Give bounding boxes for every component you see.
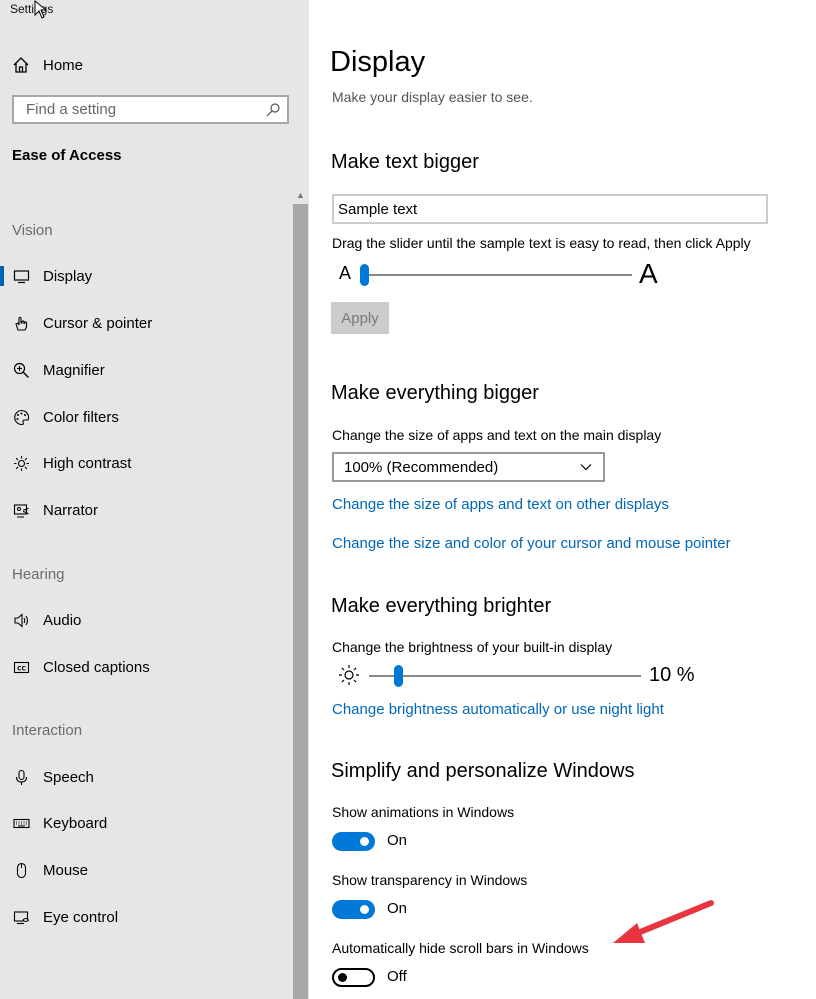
scale-dropdown[interactable]: 100% (Recommended) xyxy=(332,452,605,482)
mouse-cursor-icon xyxy=(34,0,48,19)
annotation-arrow-icon xyxy=(613,900,714,943)
toggle-label-animations: Show animations in Windows xyxy=(332,804,515,820)
chevron-down-icon xyxy=(580,464,592,471)
toggle-state-animations: On xyxy=(387,832,408,849)
large-a-label: A xyxy=(639,258,658,289)
main-content: Display Make your display easier to see.… xyxy=(309,0,816,999)
group-title-vision: Vision xyxy=(12,222,53,239)
sidebar-item-label: Speech xyxy=(43,768,94,786)
svg-text:CC: CC xyxy=(17,665,26,672)
animations-toggle[interactable] xyxy=(332,832,375,851)
page-subtitle: Make your display easier to see. xyxy=(332,89,533,105)
monitor-icon xyxy=(11,266,31,286)
toggle-knob xyxy=(338,973,347,982)
group-title-hearing: Hearing xyxy=(12,566,65,583)
toggle-label-transparency: Show transparency in Windows xyxy=(332,872,528,888)
mouse-icon xyxy=(11,860,31,880)
toggle-label-scroll-bars: Automatically hide scroll bars in Window… xyxy=(332,940,589,956)
scroll-bars-toggle[interactable] xyxy=(332,968,375,987)
search-input[interactable] xyxy=(24,100,265,119)
sidebar-item-label: High contrast xyxy=(43,454,132,472)
sidebar: Settings Home Ease of Access Vision Disp… xyxy=(0,0,309,999)
microphone-icon xyxy=(11,767,31,787)
group-title-interaction: Interaction xyxy=(12,722,83,739)
page-title: Display xyxy=(330,46,426,78)
sidebar-item-magnifier[interactable]: Magnifier xyxy=(0,355,292,385)
toggle-knob xyxy=(360,905,369,914)
text-size-slider-track[interactable] xyxy=(364,274,632,276)
transparency-toggle[interactable] xyxy=(332,900,375,919)
link-night-light[interactable]: Change brightness automatically or use n… xyxy=(332,701,664,718)
sidebar-item-color-filters[interactable]: Color filters xyxy=(0,402,292,432)
palette-icon xyxy=(11,407,31,427)
sidebar-item-closed-captions[interactable]: CC Closed captions xyxy=(0,652,292,682)
magnifier-icon xyxy=(11,360,31,380)
brightness-slider-track[interactable] xyxy=(369,675,641,677)
section-title-text-bigger: Make text bigger xyxy=(331,151,479,173)
brightness-slider-thumb[interactable] xyxy=(394,665,404,687)
sidebar-item-cursor-pointer[interactable]: Cursor & pointer xyxy=(0,308,292,338)
sidebar-item-audio[interactable]: Audio xyxy=(0,605,292,635)
closed-captions-icon: CC xyxy=(11,657,31,677)
scroll-thumb[interactable] xyxy=(293,204,308,999)
sidebar-item-label: Color filters xyxy=(43,408,119,426)
sidebar-item-mouse[interactable]: Mouse xyxy=(0,855,292,885)
sidebar-scrollbar[interactable]: ▲ xyxy=(292,188,309,999)
sample-text-field[interactable]: Sample text xyxy=(332,194,768,224)
speaker-icon xyxy=(11,610,31,630)
eye-control-icon xyxy=(11,907,31,927)
sidebar-item-label: Cursor & pointer xyxy=(43,314,153,332)
home-link[interactable]: Home xyxy=(12,54,83,76)
brightness-label: Change the brightness of your built-in d… xyxy=(332,639,613,655)
toggle-knob xyxy=(360,837,369,846)
keyboard-icon xyxy=(11,813,31,833)
sidebar-item-narrator[interactable]: Narrator xyxy=(0,495,292,525)
section-title-simplify: Simplify and personalize Windows xyxy=(331,760,635,782)
scroll-up-arrow-icon[interactable]: ▲ xyxy=(292,188,309,203)
narrator-icon xyxy=(11,500,31,520)
sidebar-item-label: Magnifier xyxy=(43,361,105,379)
sidebar-item-label: Audio xyxy=(43,611,82,629)
sidebar-item-speech[interactable]: Speech xyxy=(0,762,292,792)
brightness-icon xyxy=(11,453,31,473)
sidebar-item-label: Closed captions xyxy=(43,658,150,676)
section-title-everything-bigger: Make everything bigger xyxy=(331,382,539,404)
search-box[interactable] xyxy=(12,95,289,124)
toggle-state-scroll-bars: Off xyxy=(387,968,407,985)
text-slider-instruction: Drag the slider until the sample text is… xyxy=(332,235,751,251)
toggle-state-transparency: On xyxy=(387,900,408,917)
sidebar-item-label: Keyboard xyxy=(43,814,108,832)
scale-label: Change the size of apps and text on the … xyxy=(332,427,662,443)
home-label: Home xyxy=(43,56,84,74)
hand-pointer-icon xyxy=(11,313,31,333)
category-title: Ease of Access xyxy=(12,147,122,164)
sidebar-item-label: Mouse xyxy=(43,861,89,879)
sidebar-item-label: Display xyxy=(43,267,93,285)
brightness-value: 10 % xyxy=(649,664,695,686)
sun-icon xyxy=(339,665,359,685)
link-other-displays[interactable]: Change the size of apps and text on othe… xyxy=(332,496,669,513)
sidebar-item-eye-control[interactable]: Eye control xyxy=(0,902,292,932)
section-title-everything-brighter: Make everything brighter xyxy=(331,595,552,617)
scale-dropdown-value: 100% (Recommended) xyxy=(344,458,499,476)
sidebar-item-label: Narrator xyxy=(43,501,99,519)
home-icon xyxy=(13,57,29,73)
search-icon[interactable] xyxy=(265,102,281,118)
sidebar-item-display[interactable]: Display xyxy=(0,261,292,291)
text-size-slider-thumb[interactable] xyxy=(360,264,369,286)
sidebar-item-high-contrast[interactable]: High contrast xyxy=(0,448,292,478)
sidebar-item-keyboard[interactable]: Keyboard xyxy=(0,808,292,838)
apply-button[interactable]: Apply xyxy=(331,302,389,334)
link-cursor-size[interactable]: Change the size and color of your cursor… xyxy=(332,535,731,552)
small-a-label: A xyxy=(339,263,352,283)
sidebar-item-label: Eye control xyxy=(43,908,119,926)
